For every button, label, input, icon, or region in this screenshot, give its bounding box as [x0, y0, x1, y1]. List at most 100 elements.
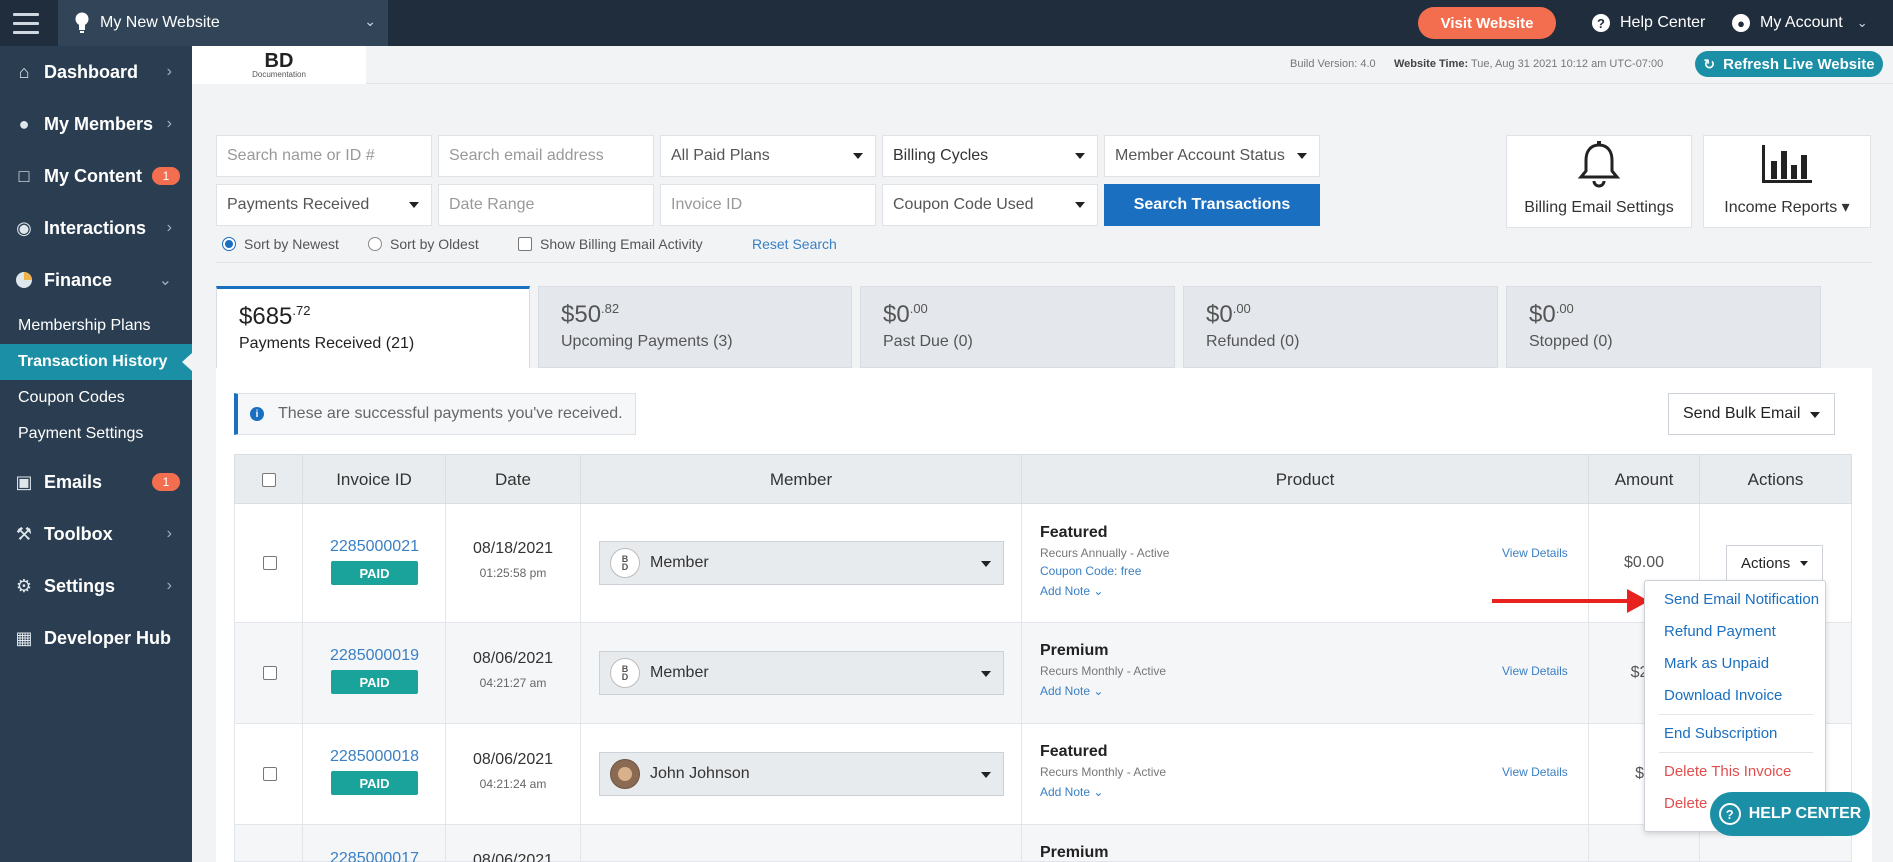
- sidebar-subitem-membership-plans[interactable]: Membership Plans: [0, 308, 192, 344]
- member-select[interactable]: John Johnson: [599, 752, 1004, 796]
- status-badge: PAID: [331, 561, 418, 585]
- info-text: These are successful payments you've rec…: [278, 405, 623, 422]
- help-center-button[interactable]: ? HELP CENTER: [1710, 792, 1870, 836]
- row-checkbox[interactable]: [263, 666, 277, 680]
- paid-plans-select[interactable]: All Paid Plans: [660, 135, 876, 177]
- show-billing-activity-checkbox[interactable]: Show Billing Email Activity: [518, 234, 703, 254]
- transaction-time: 04:21:27 am: [479, 676, 547, 690]
- header-invoice-id[interactable]: Invoice ID: [303, 455, 446, 505]
- add-note-link[interactable]: Add Note ⌄: [1040, 584, 1103, 598]
- refresh-label: Refresh Live Website: [1723, 55, 1875, 73]
- menu-item-delete[interactable]: Delete: [1664, 795, 1707, 812]
- sidebar-item-my-members[interactable]: ● My Members ›: [0, 98, 192, 150]
- transaction-date: 08/06/2021: [472, 852, 554, 862]
- header-member[interactable]: Member: [581, 455, 1022, 505]
- menu-item-mark-as-unpaid[interactable]: Mark as Unpaid: [1664, 655, 1769, 672]
- search-transactions-button[interactable]: Search Transactions: [1104, 184, 1320, 226]
- row-checkbox[interactable]: [263, 767, 277, 781]
- caret-down-icon: [853, 153, 863, 159]
- select-all-checkbox[interactable]: [261, 473, 276, 487]
- header-product[interactable]: Product: [1022, 455, 1589, 505]
- sidebar-item-developer-hub[interactable]: ▦ Developer Hub: [0, 612, 192, 664]
- table-row: 2285000017 08/06/2021 Premium: [234, 825, 1852, 862]
- billing-cycles-select[interactable]: Billing Cycles: [882, 135, 1098, 177]
- member-select[interactable]: BD Member: [599, 541, 1004, 585]
- sidebar-item-finance[interactable]: Finance ⌄: [0, 254, 192, 306]
- visit-website-button[interactable]: Visit Website: [1418, 7, 1556, 39]
- actions-dropdown-button[interactable]: Actions: [1726, 545, 1823, 581]
- row-checkbox[interactable]: [263, 556, 277, 570]
- add-note-link[interactable]: Add Note ⌄: [1040, 684, 1103, 698]
- send-bulk-email-button[interactable]: Send Bulk Email: [1668, 393, 1835, 435]
- actions-label: Actions: [1741, 554, 1791, 572]
- search-email-input[interactable]: Search email address: [438, 135, 654, 177]
- invoice-id-link[interactable]: 2285000018: [303, 748, 446, 766]
- caret-down-icon: [409, 202, 419, 208]
- tab-upcoming-payments[interactable]: $50.82 Upcoming Payments (3): [538, 286, 852, 368]
- view-details-link[interactable]: View Details: [1502, 664, 1568, 678]
- my-account-menu[interactable]: ● My Account ⌄: [1732, 0, 1868, 46]
- top-bar: My New Website ⌄ Visit Website ? Help Ce…: [0, 0, 1893, 46]
- website-time-label: Website Time:: [1393, 58, 1469, 70]
- sort-newest-radio[interactable]: Sort by Newest: [222, 234, 339, 254]
- avatar: BD: [610, 658, 640, 688]
- coupon-code-link[interactable]: Coupon Code: free: [1040, 564, 1141, 578]
- product-name: Premium: [1040, 844, 1109, 861]
- account-status-value: Member Account Status: [1115, 147, 1285, 164]
- sidebar-subitem-payment-settings[interactable]: Payment Settings: [0, 416, 192, 452]
- income-reports-button[interactable]: Income Reports ▾: [1703, 135, 1871, 228]
- menu-toggle-button[interactable]: [0, 0, 52, 46]
- coupon-code-value: Coupon Code Used: [893, 196, 1034, 213]
- view-details-link[interactable]: View Details: [1502, 765, 1568, 779]
- invoice-id-link[interactable]: 2285000019: [303, 647, 446, 665]
- billing-email-settings-button[interactable]: Billing Email Settings: [1506, 135, 1692, 228]
- coupon-code-select[interactable]: Coupon Code Used: [882, 184, 1098, 226]
- tab-label: Past Due (0): [883, 333, 973, 350]
- refresh-live-website-button[interactable]: ↻ Refresh Live Website: [1695, 51, 1883, 77]
- site-logo[interactable]: BD Documentation: [192, 46, 366, 84]
- invoice-id-link[interactable]: 2285000021: [303, 538, 446, 556]
- sort-oldest-radio[interactable]: Sort by Oldest: [368, 234, 479, 254]
- lightbulb-icon: [75, 12, 89, 33]
- menu-item-download-invoice[interactable]: Download Invoice: [1664, 687, 1782, 704]
- checkbox-icon: [518, 237, 532, 251]
- hamburger-icon: [13, 10, 39, 37]
- add-note-link[interactable]: Add Note ⌄: [1040, 785, 1103, 799]
- sidebar-item-my-content[interactable]: □ My Content 1: [0, 150, 192, 202]
- tab-past-due[interactable]: $0.00 Past Due (0): [860, 286, 1175, 368]
- header-amount[interactable]: Amount: [1589, 455, 1700, 505]
- sidebar-item-settings[interactable]: ⚙ Settings ›: [0, 560, 192, 612]
- chevron-down-icon: ⌄: [158, 272, 172, 289]
- payments-received-select[interactable]: Payments Received: [216, 184, 432, 226]
- caret-down-icon: [1075, 202, 1085, 208]
- search-name-input[interactable]: Search name or ID #: [216, 135, 432, 177]
- avatar: [610, 759, 640, 789]
- sidebar-item-dashboard[interactable]: ⌂ Dashboard ›: [0, 46, 192, 98]
- menu-item-end-subscription[interactable]: End Subscription: [1664, 725, 1777, 742]
- tab-stopped[interactable]: $0.00 Stopped (0): [1506, 286, 1821, 368]
- view-details-link[interactable]: View Details: [1502, 546, 1568, 560]
- sidebar-subitem-transaction-history[interactable]: Transaction History: [0, 344, 192, 380]
- reset-search-link[interactable]: Reset Search: [752, 234, 837, 254]
- sidebar-item-toolbox[interactable]: ⚒ Toolbox ›: [0, 508, 192, 560]
- tab-refunded[interactable]: $0.00 Refunded (0): [1183, 286, 1498, 368]
- sort-oldest-label: Sort by Oldest: [390, 236, 479, 252]
- send-bulk-email-label: Send Bulk Email: [1683, 405, 1801, 422]
- invoice-id-link[interactable]: 2285000017: [303, 850, 446, 862]
- sidebar-item-emails[interactable]: ▣ Emails 1: [0, 456, 192, 508]
- transaction-date: 08/18/2021: [472, 540, 554, 557]
- sidebar-item-label: Emails: [44, 471, 103, 492]
- header-date[interactable]: Date: [446, 455, 581, 505]
- invoice-id-input[interactable]: Invoice ID: [660, 184, 876, 226]
- menu-item-delete-this-invoice[interactable]: Delete This Invoice: [1664, 763, 1791, 780]
- date-range-input[interactable]: Date Range: [438, 184, 654, 226]
- account-status-select[interactable]: Member Account Status: [1104, 135, 1320, 177]
- tab-payments-received[interactable]: $685.72 Payments Received (21): [216, 286, 530, 368]
- help-center-link[interactable]: ? Help Center: [1592, 0, 1705, 46]
- website-selector[interactable]: My New Website ⌄: [58, 0, 388, 46]
- member-select[interactable]: BD Member: [599, 651, 1004, 695]
- menu-item-send-email-notification[interactable]: Send Email Notification: [1664, 591, 1819, 608]
- sidebar-item-interactions[interactable]: ◉ Interactions ›: [0, 202, 192, 254]
- sidebar-subitem-coupon-codes[interactable]: Coupon Codes: [0, 380, 192, 416]
- menu-item-refund-payment[interactable]: Refund Payment: [1664, 623, 1776, 640]
